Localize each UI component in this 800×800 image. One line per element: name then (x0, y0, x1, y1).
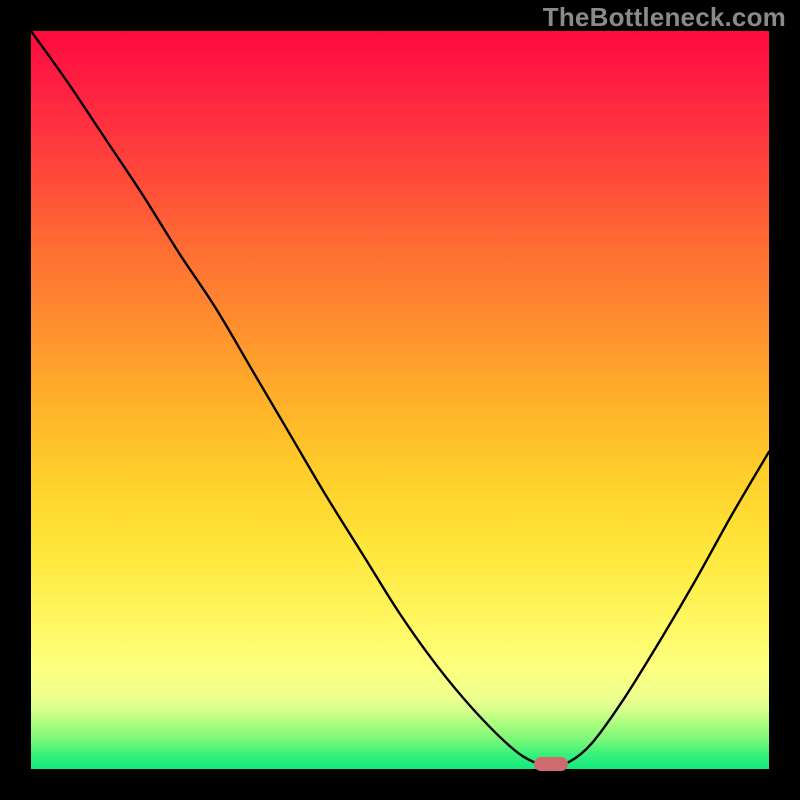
watermark-label: TheBottleneck.com (543, 2, 786, 33)
chart-container: TheBottleneck.com (0, 0, 800, 800)
optimum-marker (534, 757, 568, 771)
plot-area (31, 31, 769, 769)
bottleneck-curve (31, 31, 769, 769)
